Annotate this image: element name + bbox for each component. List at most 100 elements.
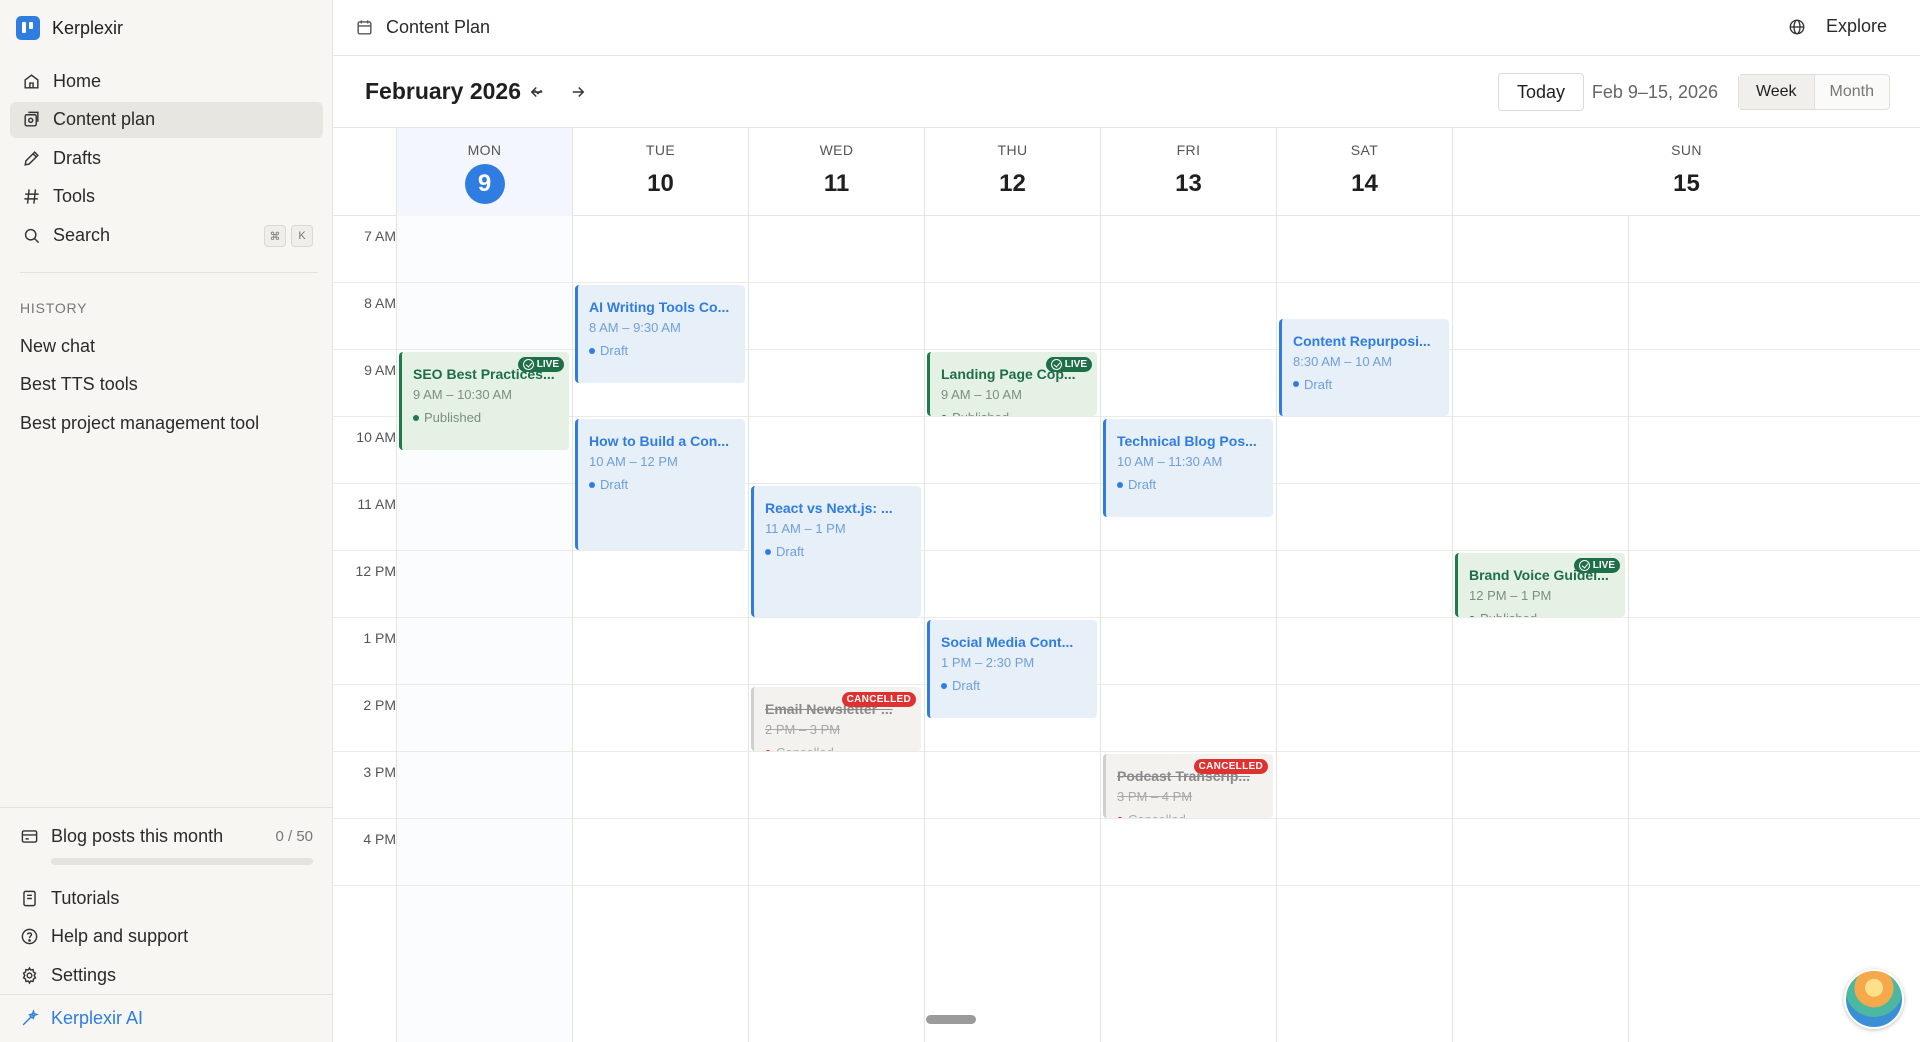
bottom-nav: Tutorials Help and support Settings (20, 879, 313, 995)
calendar-event[interactable]: Landing Page Cop...9 AM – 10 AMPublished… (927, 352, 1097, 416)
check-circle-icon (522, 359, 534, 370)
sidebar-item-label: Search (53, 224, 111, 245)
day-header-tue[interactable]: TUE 10 (572, 128, 748, 216)
hash-icon (24, 189, 39, 204)
hour-label: 3 PM (363, 764, 396, 780)
day-header-mon[interactable]: MON 9 (396, 128, 572, 216)
event-time: 3 PM – 4 PM (1117, 789, 1193, 804)
day-header-thu[interactable]: THU 12 (924, 128, 1100, 216)
globe-icon (1789, 19, 1805, 34)
sidebar-item-tools[interactable]: Tools (10, 179, 323, 215)
brand[interactable]: Kerplexir (16, 16, 123, 40)
event-time: 10 AM – 12 PM (589, 454, 678, 469)
event-status: Draft (1117, 477, 1273, 492)
event-title: React vs Next.js: ... (765, 500, 893, 516)
time-grid: 7 AM 8 AM 9 AM 10 AM 11 AM 12 PM 1 PM 2 PM 3 PM 4… (333, 216, 1920, 1042)
live-badge: LIVE (1573, 558, 1620, 573)
day-header-wed[interactable]: WED 11 (748, 128, 924, 216)
event-title: Content Repurposi... (1293, 332, 1431, 349)
event-status: Cancelled (1117, 812, 1273, 818)
view-toggle: Week Month (1738, 74, 1890, 110)
pen-icon (24, 150, 39, 166)
cancelled-badge: CANCELLED (1193, 759, 1268, 774)
sidebar-bottom: Blog posts this month 0 / 50 Tutorials H… (0, 807, 333, 985)
card-icon (21, 829, 38, 843)
sidebar-item-settings[interactable]: Settings (20, 956, 313, 995)
calendar-event[interactable]: How to Build a Con... 10 AM – 12 PM Draft (575, 419, 745, 550)
scroll-handle[interactable] (926, 1015, 976, 1024)
event-title: AI Writing Tools Co... (589, 299, 730, 315)
badge-label: LIVE (1592, 560, 1615, 571)
calendar-event[interactable]: Social Media Cont... 1 PM – 2:30 PM Draft (927, 620, 1097, 718)
check-circle-icon (1050, 359, 1062, 370)
hour-label: 8 AM (364, 295, 396, 311)
date-range-label: Feb 9–15, 2026 (1591, 82, 1718, 102)
event-title: Social Media Cont... (941, 634, 1074, 650)
month-view-button[interactable]: Month (1815, 75, 1890, 109)
history-title: HISTORY (20, 300, 88, 316)
calendar-event[interactable]: Podcast Transcrip... 3 PM – 4 PM Cancelled… (1103, 754, 1273, 818)
column-divider (1100, 216, 1101, 1042)
hour-label: 2 PM (363, 697, 396, 713)
day-number: 15 (1673, 170, 1700, 197)
live-badge: LIVE (1045, 357, 1092, 372)
live-badge: LIVE (517, 357, 564, 372)
topbar: Content Plan Explore (333, 0, 1920, 56)
event-title: Technical Blog Pos... (1117, 433, 1257, 449)
sidebar-item-content-plan[interactable]: Content plan (10, 101, 323, 138)
sidebar: Kerplexir Home Content plan Drafts Tools… (0, 0, 333, 1042)
kerplexir-ai-button[interactable]: Kerplexir AI (0, 994, 333, 1042)
calendar-event[interactable]: Content Repurposi... 8:30 AM – 10 AM Draft (1279, 318, 1449, 416)
calendar-event[interactable]: SEO Best Practices... 9 AM – 10:30 AM Publ… (399, 352, 569, 450)
event-status: Draft (589, 343, 745, 358)
day-name: SAT (1350, 142, 1379, 158)
sidebar-item-drafts[interactable]: Drafts (10, 140, 323, 176)
event-time: 12 PM – 1 PM (1469, 588, 1552, 603)
history-item[interactable]: Best project management tool (20, 404, 259, 443)
sidebar-item-tutorials[interactable]: Tutorials (20, 879, 313, 918)
hour-label: 4 PM (363, 831, 396, 847)
day-number: 13 (1175, 170, 1202, 197)
column-divider (396, 216, 397, 1042)
day-name: TUE (645, 142, 676, 158)
hour-label: 9 AM (364, 362, 396, 378)
calendar-event[interactable]: Technical Blog Pos... 10 AM – 11:30 AM Dra… (1103, 419, 1273, 517)
calendar-event[interactable]: AI Writing Tools Co... 8 AM – 9:30 AM Draf… (575, 285, 745, 383)
calendar-event[interactable]: Email Newsletter ... 2 PM – 3 PM Cancelled… (751, 687, 921, 751)
explore-button[interactable]: Explore (1788, 16, 1887, 37)
day-header-sun[interactable]: SUN 15 (1452, 128, 1920, 216)
today-button[interactable]: Today (1498, 73, 1584, 111)
sidebar-item-label: Settings (51, 964, 117, 985)
cmd-key: ⌘ (264, 225, 286, 248)
day-header-sat[interactable]: SAT 14 (1276, 128, 1452, 216)
calendar-event[interactable]: React vs Next.js: ... 11 AM – 1 PM Draft (751, 486, 921, 617)
prev-week-button[interactable] (526, 81, 548, 103)
event-time: 9 AM – 10:30 AM (413, 387, 513, 402)
badge-label: CANCELLED (1198, 761, 1263, 772)
month-picker[interactable]: February 2026 (365, 78, 545, 105)
event-time: 1 PM – 2:30 PM (941, 655, 1035, 670)
check-circle-icon (1578, 560, 1590, 571)
column-divider (1628, 216, 1629, 1042)
day-header-fri[interactable]: FRI 13 (1100, 128, 1276, 216)
search-icon (24, 228, 40, 244)
help-icon (21, 929, 38, 945)
event-time: 11 AM – 1 PM (765, 521, 846, 536)
sidebar-item-label: Tutorials (51, 887, 120, 908)
sparkle-pen-icon (22, 1009, 39, 1026)
history-item[interactable]: Best TTS tools (20, 366, 259, 405)
sidebar-item-help[interactable]: Help and support (20, 918, 313, 957)
day-number: 9 (397, 164, 572, 204)
user-avatar[interactable] (1844, 969, 1904, 1029)
day-name: WED (819, 142, 854, 158)
sidebar-item-search[interactable]: Search ⌘ K (10, 217, 323, 253)
next-week-button[interactable] (567, 81, 589, 103)
event-status: Draft (1293, 377, 1449, 392)
sidebar-item-home[interactable]: Home (10, 63, 323, 99)
history-item[interactable]: New chat (20, 327, 259, 366)
sidebar-item-label: Home (53, 70, 102, 91)
week-view-button[interactable]: Week (1739, 75, 1815, 109)
calendar-event[interactable]: Brand Voice Guidel...12 PM – 1 PMPublish… (1455, 553, 1625, 617)
cancelled-badge: CANCELLED (841, 692, 916, 707)
badge-label: LIVE (536, 359, 559, 370)
